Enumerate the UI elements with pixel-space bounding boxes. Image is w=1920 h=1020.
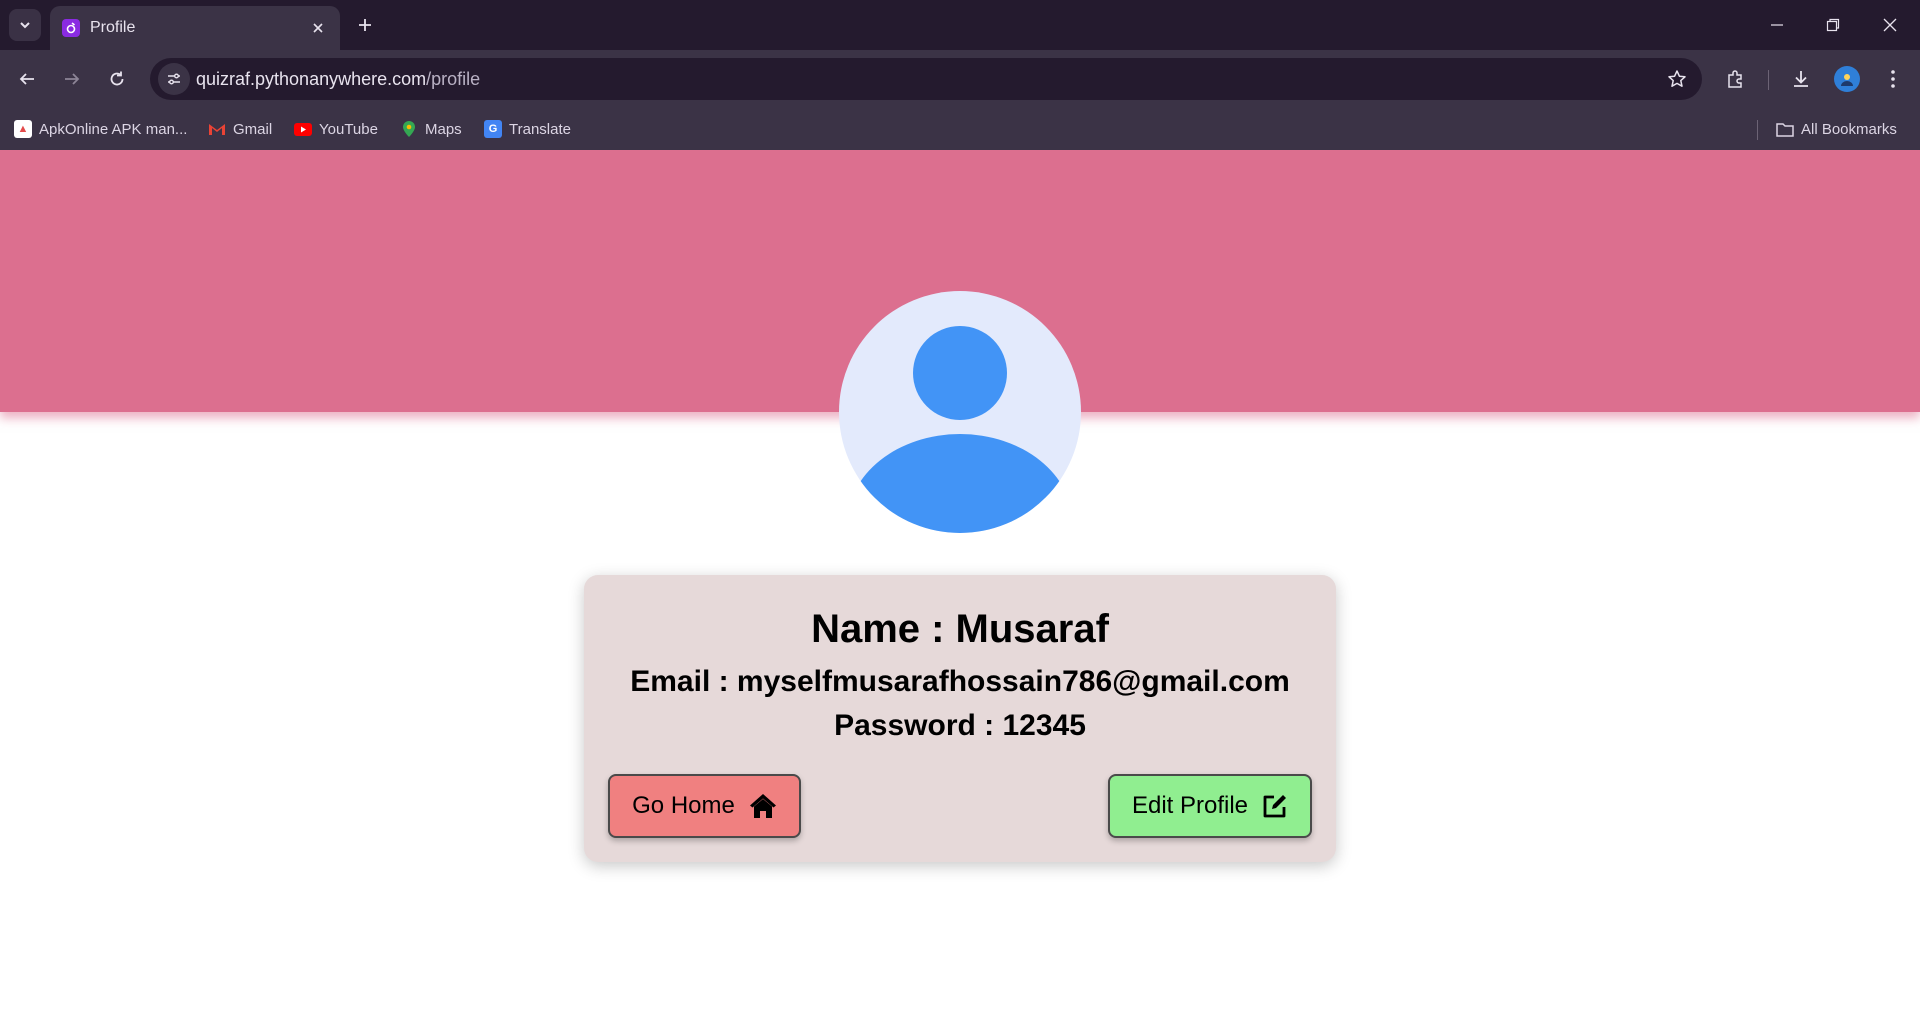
bookmark-gmail[interactable]: Gmail <box>208 118 272 140</box>
home-icon <box>749 794 776 818</box>
forward-button[interactable] <box>57 64 87 94</box>
restore-button[interactable] <box>1818 10 1848 40</box>
bookmark-label: YouTube <box>319 120 378 138</box>
close-icon <box>1883 18 1897 32</box>
avatar <box>839 291 1081 533</box>
close-window-button[interactable] <box>1875 10 1905 40</box>
chevron-down-icon <box>20 22 30 29</box>
restore-icon <box>1826 18 1840 32</box>
all-bookmarks-button[interactable]: All Bookmarks <box>1776 118 1897 140</box>
profile-email: Email : myselfmusarafhossain786@gmail.co… <box>630 665 1290 698</box>
profile-avatar-icon[interactable] <box>1834 66 1860 92</box>
all-bookmarks-label: All Bookmarks <box>1801 120 1897 138</box>
edit-icon <box>1263 795 1287 818</box>
gmail-icon <box>208 120 226 138</box>
apkonline-icon: ▲ <box>14 120 32 138</box>
tab-search-button[interactable] <box>9 9 41 41</box>
edit-profile-label: Edit Profile <box>1131 792 1249 819</box>
bookmark-translate[interactable]: G Translate <box>484 118 571 140</box>
bookmark-youtube[interactable]: YouTube <box>294 118 378 140</box>
go-home-button[interactable]: Go Home <box>608 774 801 838</box>
plus-icon <box>359 19 371 31</box>
arrow-right-icon <box>65 73 80 85</box>
more-vertical-icon <box>1891 70 1895 88</box>
url-host: quizraf.pythonanywhere.com <box>196 69 427 89</box>
bookmark-label: Maps <box>425 120 462 138</box>
tab-strip: Profile <box>0 0 1920 50</box>
back-button[interactable] <box>12 64 42 94</box>
translate-icon: G <box>484 120 502 138</box>
profile-name: Name : Musaraf <box>811 607 1109 651</box>
profile-password: Password : 12345 <box>834 709 1086 742</box>
menu-button[interactable] <box>1878 64 1908 94</box>
close-tab-icon[interactable] <box>308 18 328 38</box>
minimize-icon <box>1771 24 1783 26</box>
youtube-icon <box>294 120 312 138</box>
minimize-button[interactable] <box>1762 10 1792 40</box>
toolbar-divider <box>1768 70 1769 90</box>
edit-profile-button[interactable]: Edit Profile <box>1108 774 1312 838</box>
reload-button[interactable] <box>102 64 132 94</box>
site-info-button[interactable] <box>158 63 190 95</box>
browser-toolbar: quizraf.pythonanywhere.com/profile <box>0 50 1920 108</box>
avatar-body <box>847 434 1073 533</box>
puzzle-icon <box>1728 70 1742 88</box>
bookmarks-bar: ▲ ApkOnline APK man... Gmail YouTube Map… <box>0 108 1920 150</box>
arrow-left-icon <box>19 73 34 85</box>
go-home-label: Go Home <box>632 792 735 819</box>
download-icon <box>1794 71 1808 87</box>
tab-title: Profile <box>90 19 136 36</box>
bookmark-label: ApkOnline APK man... <box>39 120 188 138</box>
bookmark-star-icon[interactable] <box>1666 68 1688 90</box>
bookmark-label: Gmail <box>233 120 273 138</box>
reload-icon <box>110 71 124 86</box>
bookmark-apkonline[interactable]: ▲ ApkOnline APK man... <box>14 118 187 140</box>
bookmark-label: Translate <box>509 120 571 138</box>
new-tab-button[interactable] <box>352 12 378 38</box>
url-text: quizraf.pythonanywhere.com/profile <box>196 69 480 90</box>
tune-icon <box>168 73 180 85</box>
bookmark-maps[interactable]: Maps <box>400 118 462 140</box>
extensions-button[interactable] <box>1720 64 1750 94</box>
downloads-button[interactable] <box>1786 64 1816 94</box>
address-bar[interactable]: quizraf.pythonanywhere.com/profile <box>150 58 1702 100</box>
bookmarks-divider <box>1757 120 1758 140</box>
folder-icon <box>1776 120 1794 138</box>
site-favicon-icon <box>62 19 80 37</box>
profile-card: Name : Musaraf Email : myselfmusarafhoss… <box>584 575 1336 862</box>
page-content: Name : Musaraf Email : myselfmusarafhoss… <box>0 150 1920 1020</box>
url-path: /profile <box>426 69 481 89</box>
avatar-head <box>913 326 1007 420</box>
tab-profile[interactable]: Profile <box>50 6 340 50</box>
maps-icon <box>400 120 418 138</box>
